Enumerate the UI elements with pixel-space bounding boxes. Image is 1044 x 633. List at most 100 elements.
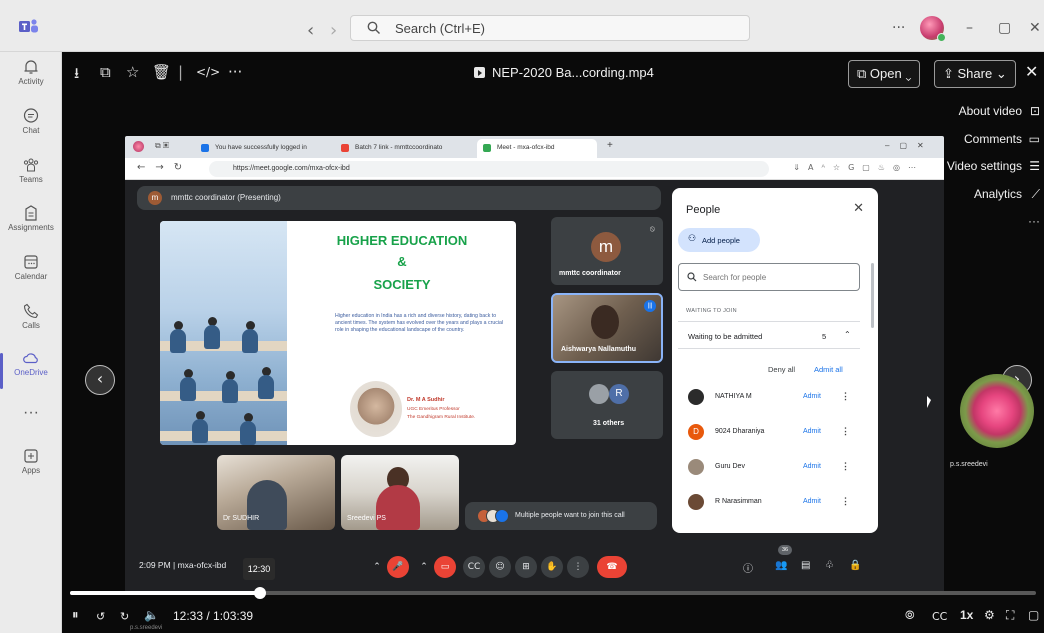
more-options-button[interactable]: ··· bbox=[892, 20, 905, 36]
captions-icon[interactable]: CC bbox=[932, 610, 947, 623]
participant-tile-coordinator[interactable]: m ⦸ mmttc coordinator bbox=[551, 217, 663, 285]
browser-tab-3[interactable]: Meet - mxa-ofcx-ibd bbox=[477, 139, 597, 158]
admit-button[interactable]: Admit bbox=[803, 428, 821, 435]
play-box-icon: ⊡ bbox=[1029, 104, 1040, 118]
settings-gear-icon[interactable]: ⚙ bbox=[984, 608, 995, 622]
embed-code-icon[interactable]: </> bbox=[196, 65, 220, 79]
close-icon[interactable]: ✕ bbox=[853, 201, 864, 216]
browser-tab-1[interactable]: You have successfully logged in bbox=[195, 139, 333, 158]
pop-out-icon[interactable]: ▢ bbox=[1028, 608, 1039, 622]
emoji-icon[interactable]: ☺ bbox=[489, 556, 511, 578]
leave-call-button[interactable]: ☎ bbox=[597, 556, 627, 578]
forward-icon[interactable]: › bbox=[330, 20, 337, 41]
forward-10-icon[interactable]: ↻ bbox=[120, 610, 129, 623]
close-viewer-icon[interactable]: ✕ bbox=[1025, 62, 1038, 82]
sidebar-item-assignments[interactable]: Assignments bbox=[0, 204, 62, 250]
close-window-icon[interactable]: ✕ bbox=[1029, 20, 1041, 36]
people-icon[interactable]: 👥 bbox=[775, 560, 787, 571]
copy-link-icon[interactable]: ⧉ bbox=[100, 63, 111, 81]
volume-icon[interactable]: 🔈 bbox=[144, 608, 159, 622]
admit-button[interactable]: Admit bbox=[803, 498, 821, 505]
faint-name-label: p.s.sreedevi bbox=[130, 625, 163, 631]
playback-speed-button[interactable]: 1x bbox=[960, 608, 973, 622]
avatar bbox=[688, 494, 704, 510]
pause-icon[interactable]: ⏸ bbox=[72, 608, 79, 623]
more-options-icon[interactable]: ⋮ bbox=[841, 391, 850, 402]
participant-tile-others[interactable]: R 31 others bbox=[551, 371, 663, 439]
sidebar-item-apps[interactable]: Apps bbox=[0, 447, 62, 493]
add-people-button[interactable]: ⚇ Add people bbox=[678, 228, 760, 252]
url-field[interactable]: https://meet.google.com/mxa-ofcx-ibd bbox=[209, 161, 769, 177]
seek-bar[interactable] bbox=[70, 587, 1036, 599]
camera-off-icon[interactable]: ▭ bbox=[434, 556, 456, 578]
analytics-button[interactable]: Analytics ⟋ bbox=[947, 187, 1040, 215]
search-box[interactable] bbox=[350, 15, 750, 41]
captions-icon[interactable]: CC bbox=[463, 556, 485, 578]
chat-icon[interactable]: ▤ bbox=[801, 560, 810, 571]
sidebar-item-chat[interactable]: Chat bbox=[0, 107, 62, 153]
sidebar-item-calls[interactable]: Calls bbox=[0, 302, 62, 348]
info-icon[interactable]: ⓘ bbox=[743, 560, 753, 575]
profile-icon bbox=[133, 141, 144, 152]
restore-icon[interactable]: ▢ bbox=[998, 20, 1011, 36]
raise-hand-icon[interactable]: ✋ bbox=[541, 556, 563, 578]
admit-button[interactable]: Admit bbox=[803, 463, 821, 470]
participant-tile-active-speaker[interactable]: ||| Aishwarya Nallamuthu bbox=[551, 293, 663, 363]
sidebar-item-calendar[interactable]: Calendar bbox=[0, 253, 62, 299]
comments-button[interactable]: Comments ▭ bbox=[947, 132, 1040, 160]
waiting-person-row: NATHIYA M Admit ⋮ bbox=[678, 381, 874, 415]
more-options-icon[interactable]: ⋮ bbox=[567, 556, 589, 578]
activities-icon[interactable]: ♧ bbox=[825, 560, 834, 571]
download-icon[interactable]: ⭳ bbox=[74, 63, 79, 88]
search-input[interactable] bbox=[395, 19, 735, 37]
chevron-up-icon[interactable]: ⌃ bbox=[417, 556, 431, 578]
more-options-icon[interactable]: ⋮ bbox=[841, 426, 850, 437]
admit-all-button[interactable]: Admit all bbox=[814, 365, 843, 374]
title-bar: ‹ › ··· – ▢ ✕ bbox=[0, 0, 1044, 52]
more-icon[interactable]: ··· bbox=[1028, 214, 1040, 228]
avatar[interactable] bbox=[920, 16, 946, 42]
admit-button[interactable]: Admit bbox=[803, 393, 821, 400]
online-status-icon bbox=[937, 33, 946, 42]
deny-all-button[interactable]: Deny all bbox=[768, 365, 795, 374]
share-button[interactable]: ⇪ Share ⌄ bbox=[934, 60, 1016, 88]
present-icon[interactable]: ⊞ bbox=[515, 556, 537, 578]
more-apps-icon[interactable]: ··· bbox=[0, 404, 62, 422]
people-search-input[interactable] bbox=[703, 271, 853, 284]
presentation-slide: HIGHER EDUCATION & SOCIETY Higher educat… bbox=[160, 221, 516, 445]
more-options-icon[interactable]: ⋮ bbox=[841, 461, 850, 472]
video-settings-button[interactable]: Video settings ☰ bbox=[947, 159, 1040, 187]
presenting-bar: m mmttc coordinator (Presenting) bbox=[137, 186, 661, 210]
meet-call: m mmttc coordinator (Presenting) HIGHER … bbox=[125, 180, 944, 592]
participant-name: Guru Dev bbox=[715, 463, 745, 470]
scrollbar[interactable] bbox=[871, 263, 874, 328]
more-icon[interactable]: ··· bbox=[228, 63, 242, 81]
mic-off-icon[interactable]: 🎤 bbox=[387, 556, 409, 578]
host-controls-icon[interactable]: 🔒 bbox=[849, 560, 861, 571]
sidebar-item-activity[interactable]: Activity bbox=[0, 58, 62, 104]
more-options-icon[interactable]: ⋮ bbox=[841, 496, 850, 507]
minimize-icon[interactable]: – bbox=[966, 20, 973, 36]
sidebar-item-onedrive[interactable]: OneDrive bbox=[0, 349, 62, 395]
new-tab-icon[interactable]: + bbox=[607, 140, 613, 151]
camera-tile-sudhir[interactable]: Dr SUDHIR bbox=[217, 455, 335, 530]
people-search-box[interactable] bbox=[678, 263, 860, 291]
audio-description-icon[interactable]: ⦾ bbox=[905, 608, 915, 623]
teams-logo-icon bbox=[19, 19, 38, 33]
back-icon[interactable]: ‹ bbox=[307, 20, 314, 41]
rewind-10-icon[interactable]: ↺ bbox=[96, 610, 105, 623]
delete-icon[interactable]: 🗑 bbox=[152, 63, 171, 81]
chevron-up-icon[interactable]: ⌃ bbox=[370, 556, 384, 578]
fullscreen-icon[interactable]: ⛶ bbox=[1006, 608, 1014, 623]
browser-tab-2[interactable]: Batch 7 link - mmttccoordinato bbox=[335, 139, 475, 158]
favorite-star-icon[interactable]: ☆ bbox=[126, 63, 139, 81]
waiting-group-header[interactable]: Waiting to be admitted 5 ⌃ bbox=[678, 321, 860, 349]
previous-arrow-button[interactable]: ‹ bbox=[85, 365, 115, 395]
join-request-banner[interactable]: Multiple people want to join this call bbox=[465, 502, 657, 530]
open-button[interactable]: ⧉ Open ⌄ bbox=[848, 60, 921, 88]
sidebar-item-teams[interactable]: Teams bbox=[0, 156, 62, 202]
camera-tile-sreedevi[interactable]: Sreedevi PS bbox=[341, 455, 459, 530]
tab-favicon-icon bbox=[201, 144, 209, 152]
about-video-button[interactable]: About video ⊡ bbox=[947, 104, 1040, 132]
browser-nav-icons: ←→↻ bbox=[137, 162, 193, 173]
